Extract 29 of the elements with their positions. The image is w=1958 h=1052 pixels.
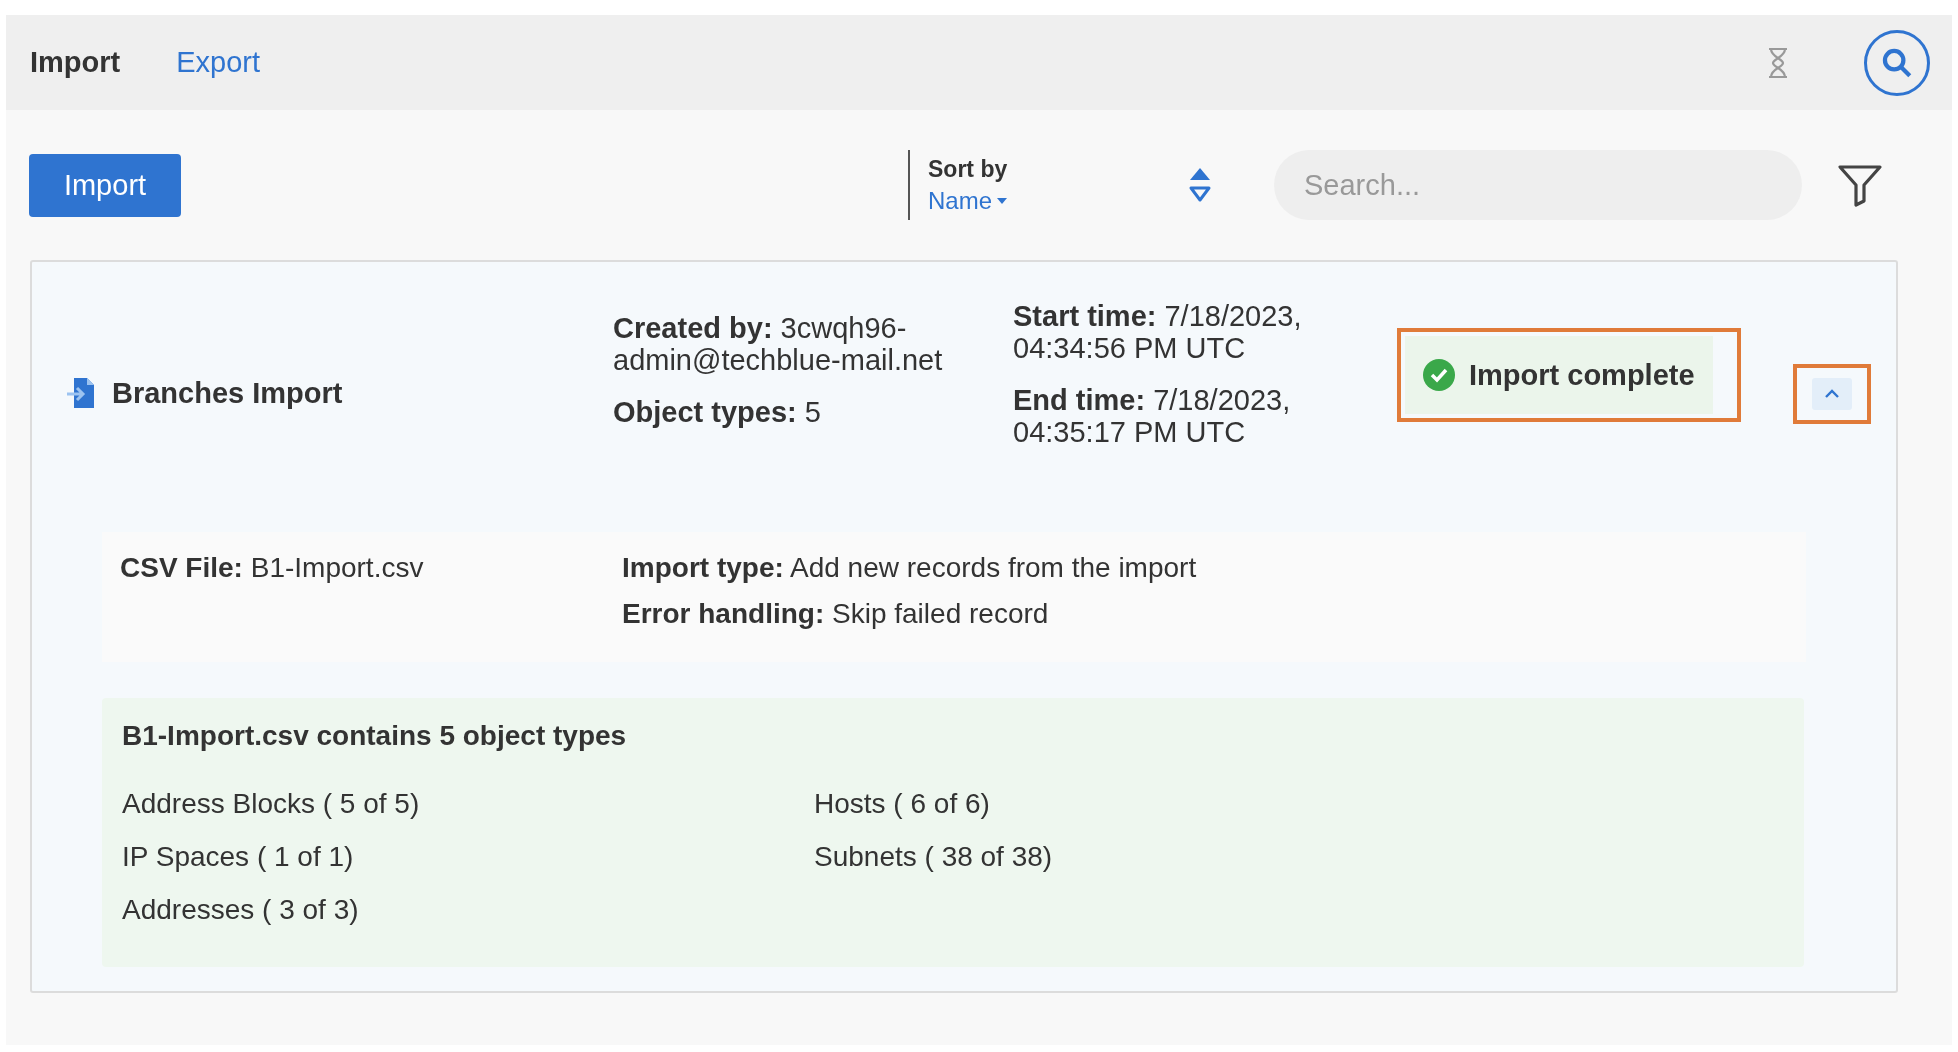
import-title: Branches Import <box>112 376 343 410</box>
error-handling-text: Error handling: Skip failed record <box>622 598 1050 630</box>
import-type-text: Import type: Add new records from the import <box>622 552 1197 584</box>
csv-file-text: CSV File: B1-Import.csv <box>120 552 425 584</box>
check-circle-icon <box>1423 359 1455 391</box>
object-types-text: Object types: 5 <box>613 396 822 428</box>
caret-icon <box>996 196 1009 205</box>
search-button[interactable] <box>1864 29 1930 96</box>
chevron-icon <box>1823 389 1840 399</box>
status-label: Import complete <box>1469 358 1695 392</box>
hourglass-icon[interactable] <box>1766 46 1790 79</box>
file-import-icon <box>66 376 96 410</box>
sort-label: Sort by <box>928 155 1009 183</box>
summary-title: B1-Import.csv contains 5 object types <box>122 720 628 752</box>
tab[interactable]: Import <box>30 46 121 79</box>
sort-order-icon[interactable] <box>1188 166 1212 204</box>
import-button[interactable]: Import <box>29 153 181 217</box>
created-by-text: Created by: 3cwqh96-admin@techblue-mail.net <box>613 312 944 376</box>
tab[interactable]: Export <box>176 46 261 79</box>
collapse-button[interactable] <box>1811 378 1852 410</box>
start-time-text: Start time: 7/18/2023, 04:34:56 PM UTC <box>1013 300 1303 364</box>
object-type-item: Subnets ( 38 of 38) <box>814 841 1054 874</box>
object-type-item: Address Blocks ( 5 of 5) <box>122 788 421 821</box>
end-time-text: End time: 7/18/2023, 04:35:17 PM UTC <box>1013 384 1292 448</box>
sort-dropdown[interactable]: Name <box>928 186 1188 215</box>
object-type-item: Hosts ( 6 of 6) <box>814 788 991 821</box>
object-type-item: Addresses ( 3 of 3) <box>122 894 360 927</box>
search-field[interactable]: Search... <box>1274 150 1802 220</box>
object-type-item: IP Spaces ( 1 of 1) <box>122 841 355 874</box>
